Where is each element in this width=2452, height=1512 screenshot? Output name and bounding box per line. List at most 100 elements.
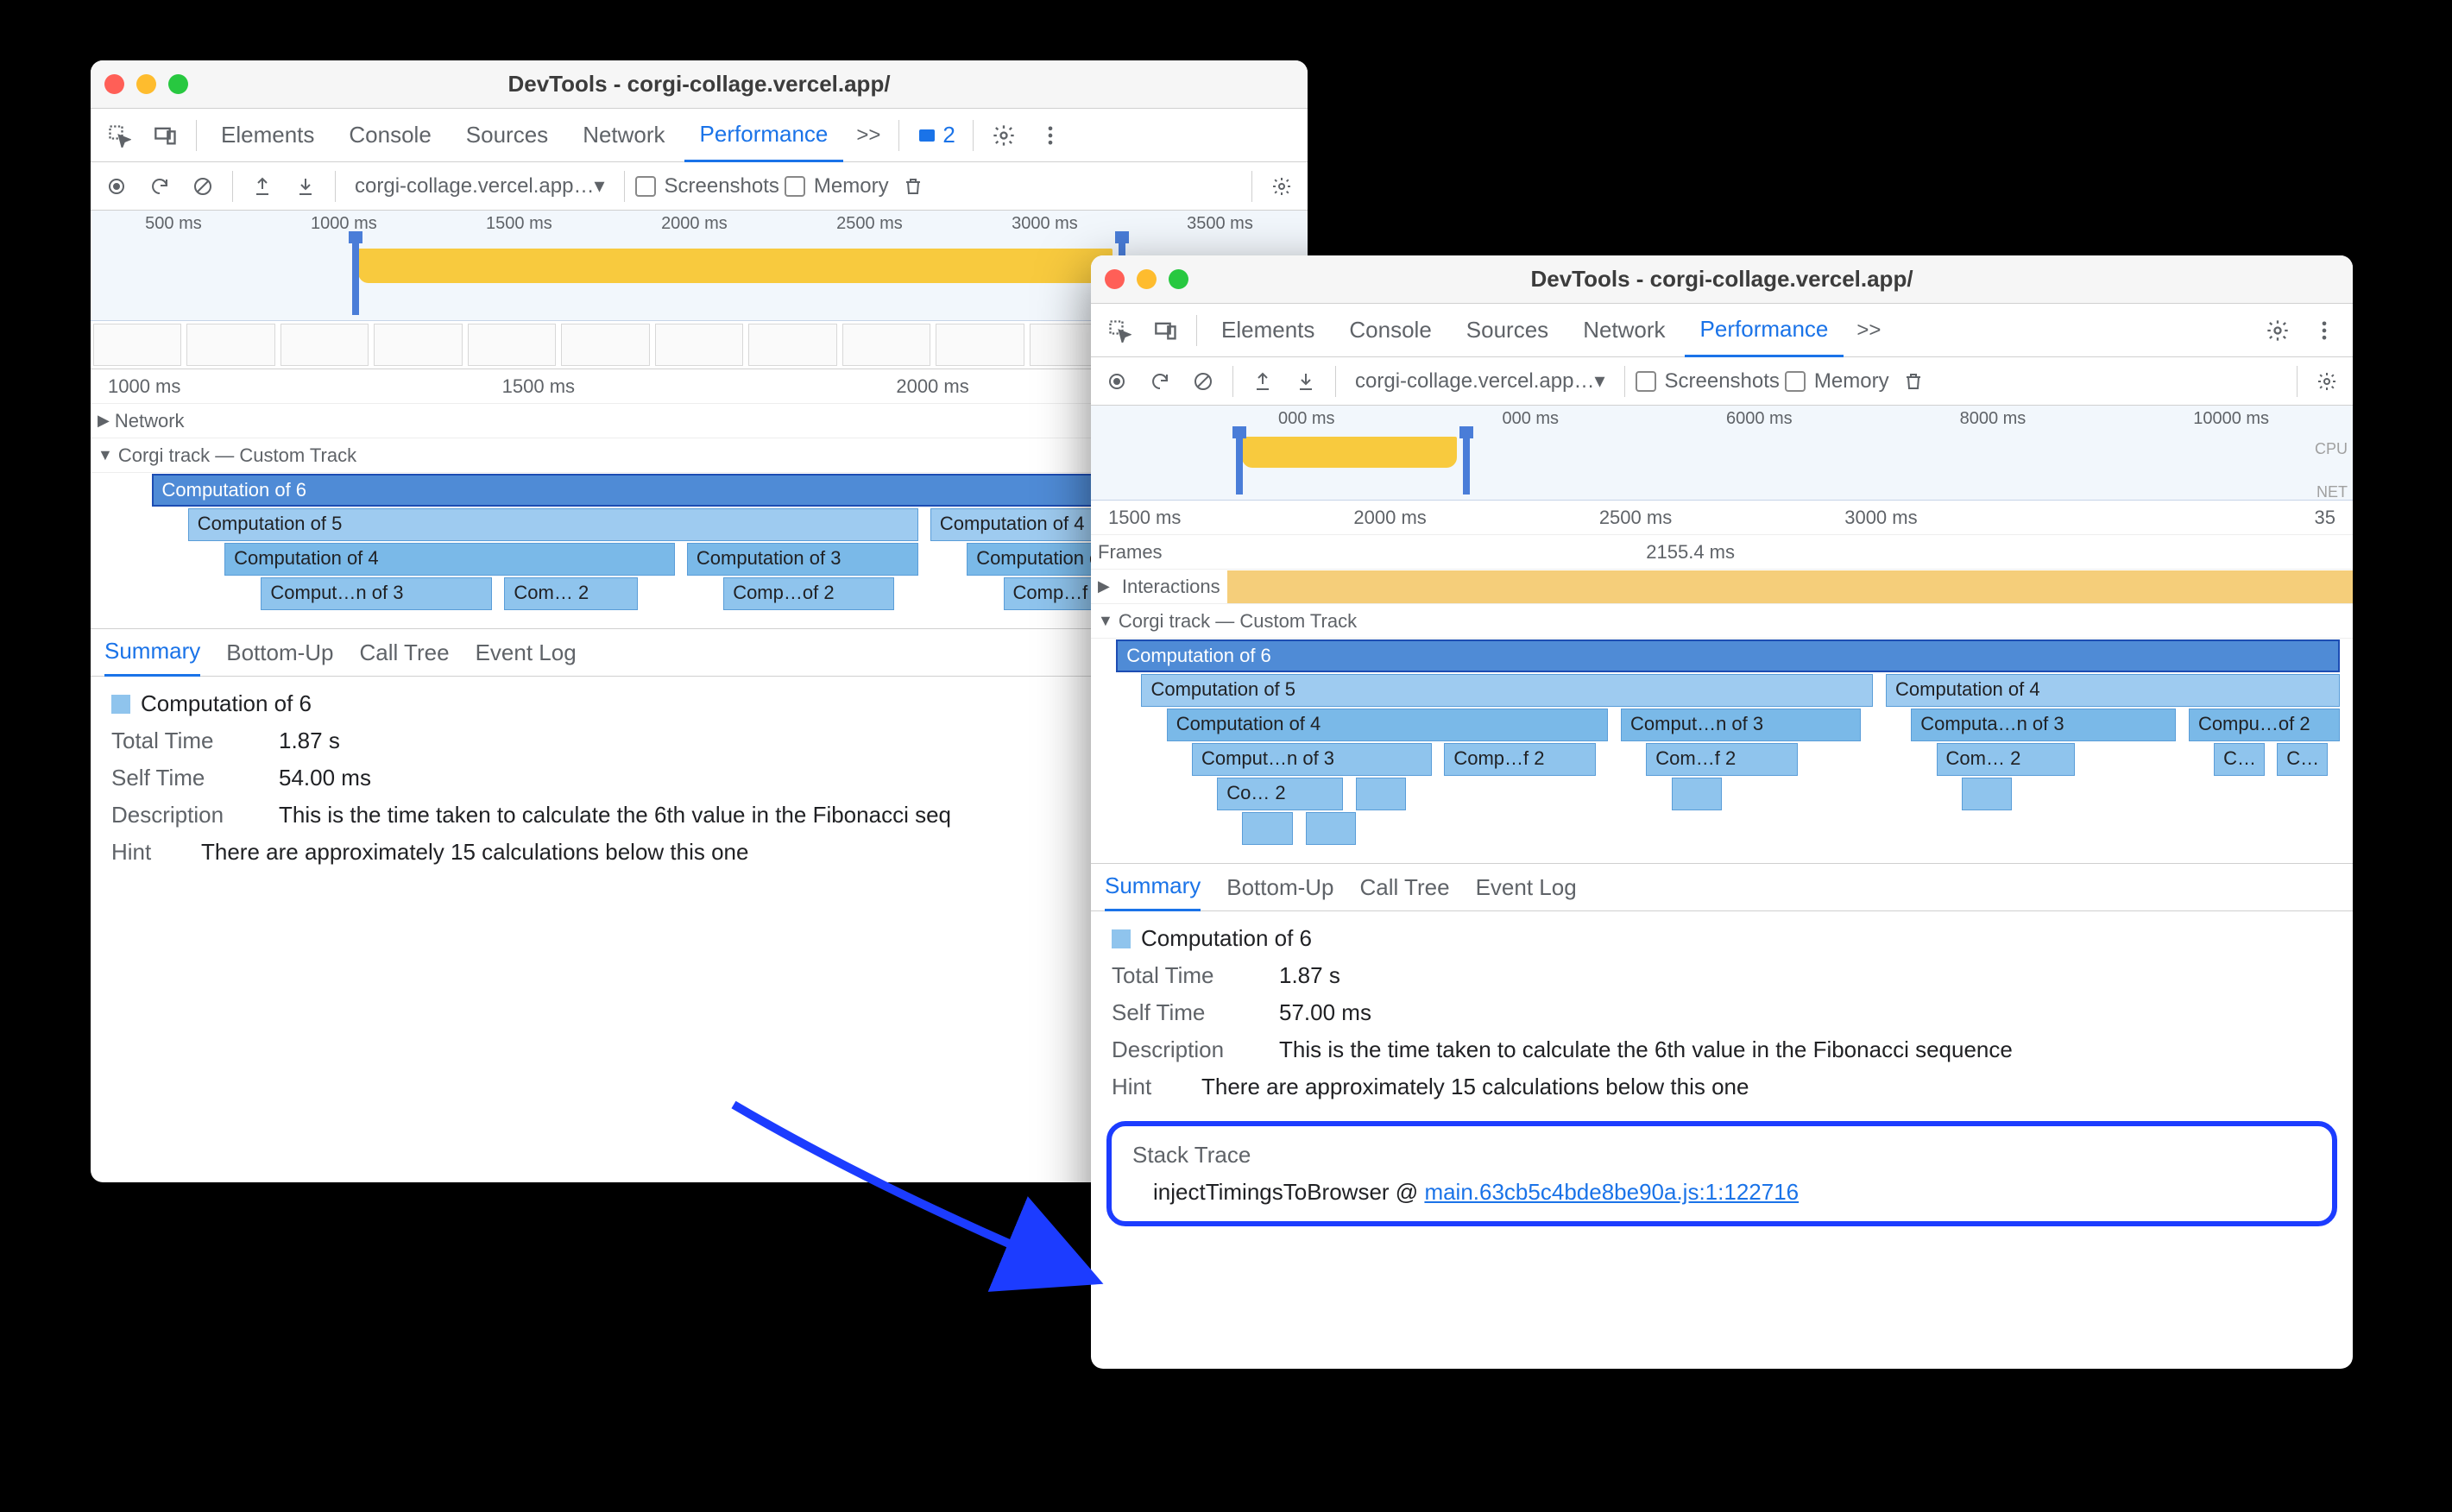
flame-item[interactable]: Com… 2 [504,577,638,610]
tab-elements[interactable]: Elements [1206,304,1330,357]
flame-item[interactable]: Computation of 5 [188,508,918,541]
kebab-icon[interactable] [2303,312,2346,350]
upload-icon[interactable] [1244,364,1282,399]
subtab-eventlog[interactable]: Event Log [476,628,577,677]
interactions-track-header[interactable]: ▶Interactions [1091,570,2353,604]
flame-item[interactable] [1672,778,1722,810]
minimize-icon[interactable] [1137,269,1157,289]
flame-item[interactable] [1356,778,1406,810]
memory-toggle[interactable]: Memory [1785,369,1889,394]
titlebar: DevTools - corgi-collage.vercel.app/ [91,60,1308,109]
download-icon[interactable] [1287,364,1325,399]
window-title: DevTools - corgi-collage.vercel.app/ [91,71,1308,98]
tab-performance[interactable]: Performance [1685,304,1844,357]
download-icon[interactable] [287,169,325,204]
flame-item[interactable]: Computation of 4 [1886,674,2340,707]
flame-item[interactable]: Computation of 4 [224,543,675,576]
screenshots-toggle[interactable]: Screenshots [635,174,779,198]
tab-network[interactable]: Network [567,109,680,162]
thumb[interactable] [93,324,181,366]
subtab-bottomup[interactable]: Bottom-Up [1226,863,1333,911]
stacktrace-link[interactable]: main.63cb5c4bde8be90a.js:1:122716 [1424,1179,1799,1205]
trash-icon[interactable] [1894,364,1932,399]
flame-item[interactable]: Computation of 3 [687,543,918,576]
inspect-icon[interactable] [98,117,141,154]
tab-console[interactable]: Console [1333,304,1447,357]
gear-icon[interactable] [982,117,1025,154]
gear-icon[interactable] [2256,312,2299,350]
trash-icon[interactable] [894,169,932,204]
traffic-lights [104,74,188,94]
upload-icon[interactable] [243,169,281,204]
stacktrace-heading: Stack Trace [1132,1142,2311,1169]
issues-badge[interactable]: 2 [908,122,963,148]
devices-icon[interactable] [144,117,187,154]
gear-icon[interactable] [2308,364,2346,399]
minimize-icon[interactable] [136,74,156,94]
inspect-icon[interactable] [1098,312,1141,350]
flame-item[interactable] [1306,812,1356,845]
traffic-lights [1105,269,1188,289]
reload-icon[interactable] [1141,364,1179,399]
memory-toggle[interactable]: Memory [785,174,889,198]
flame-item[interactable]: Computa…n of 3 [1911,709,2176,741]
subtab-summary[interactable]: Summary [1105,863,1201,911]
flame-item[interactable]: C… [2277,743,2327,776]
gear-icon[interactable] [1263,169,1301,204]
stop-icon[interactable] [184,169,222,204]
chevrons-icon[interactable]: >> [847,117,890,154]
zoom-icon[interactable] [1169,269,1188,289]
overview-timeline[interactable]: 000 ms 000 ms 6000 ms 8000 ms 10000 ms C… [1091,406,2353,501]
stacktrace-line: injectTimingsToBrowser @ main.63cb5c4bde… [1132,1179,2311,1206]
tab-performance[interactable]: Performance [684,109,844,162]
flame-item[interactable]: Co… 2 [1217,778,1343,810]
devices-icon[interactable] [1144,312,1188,350]
flame-chart[interactable]: Computation of 6 Computation of 5 Comput… [1091,639,2353,863]
tab-elements[interactable]: Elements [205,109,330,162]
subtab-bottomup[interactable]: Bottom-Up [226,628,333,677]
url-dropdown[interactable]: corgi-collage.vercel.app…▾ [346,173,614,198]
summary-subtabs: Summary Bottom-Up Call Tree Event Log [1091,863,2353,911]
flame-item[interactable]: Com…f 2 [1646,743,1797,776]
subtab-calltree[interactable]: Call Tree [360,628,450,677]
subtab-summary[interactable]: Summary [104,628,200,677]
record-icon[interactable] [98,169,136,204]
flame-item[interactable]: Comput…n of 3 [1621,709,1861,741]
reload-icon[interactable] [141,169,179,204]
stop-icon[interactable] [1184,364,1222,399]
flame-item[interactable] [1962,778,2012,810]
main-tabrow: Elements Console Sources Network Perform… [1091,304,2353,357]
tab-sources[interactable]: Sources [451,109,564,162]
tab-console[interactable]: Console [333,109,446,162]
frames-track-header[interactable]: Frames 2155.4 ms [1091,535,2353,570]
tab-sources[interactable]: Sources [1451,304,1564,357]
flame-item[interactable]: Computation of 5 [1141,674,1873,707]
flame-item[interactable]: C… [2214,743,2264,776]
subtab-calltree[interactable]: Call Tree [1360,863,1450,911]
url-dropdown[interactable]: corgi-collage.vercel.app…▾ [1346,369,1614,394]
screenshots-toggle[interactable]: Screenshots [1636,369,1780,394]
flame-item[interactable]: Computation of 6 [1116,639,2340,672]
devtools-window-right: DevTools - corgi-collage.vercel.app/ Ele… [1091,255,2353,1369]
flame-item[interactable]: Compu…of 2 [2189,709,2340,741]
subtab-eventlog[interactable]: Event Log [1476,863,1577,911]
flame-item[interactable] [1242,812,1292,845]
flame-item[interactable]: Comp…f 2 [1444,743,1595,776]
window-title: DevTools - corgi-collage.vercel.app/ [1091,266,2353,293]
record-icon[interactable] [1098,364,1136,399]
perf-toolbar: corgi-collage.vercel.app…▾ Screenshots M… [91,162,1308,211]
tab-network[interactable]: Network [1567,304,1680,357]
flame-item[interactable]: Computation of 4 [1167,709,1609,741]
chevrons-icon[interactable]: >> [1847,312,1890,350]
flame-item[interactable]: Comput…n of 3 [261,577,492,610]
close-icon[interactable] [1105,269,1125,289]
zoom-icon[interactable] [168,74,188,94]
close-icon[interactable] [104,74,124,94]
flame-item[interactable]: Com… 2 [1937,743,2076,776]
swatch-icon [111,695,130,714]
perf-toolbar: corgi-collage.vercel.app…▾ Screenshots M… [1091,357,2353,406]
flame-item[interactable]: Comp…of 2 [723,577,893,610]
kebab-icon[interactable] [1029,117,1072,154]
custom-track-header[interactable]: ▼Corgi track — Custom Track [1091,604,2353,639]
flame-item[interactable]: Comput…n of 3 [1192,743,1432,776]
